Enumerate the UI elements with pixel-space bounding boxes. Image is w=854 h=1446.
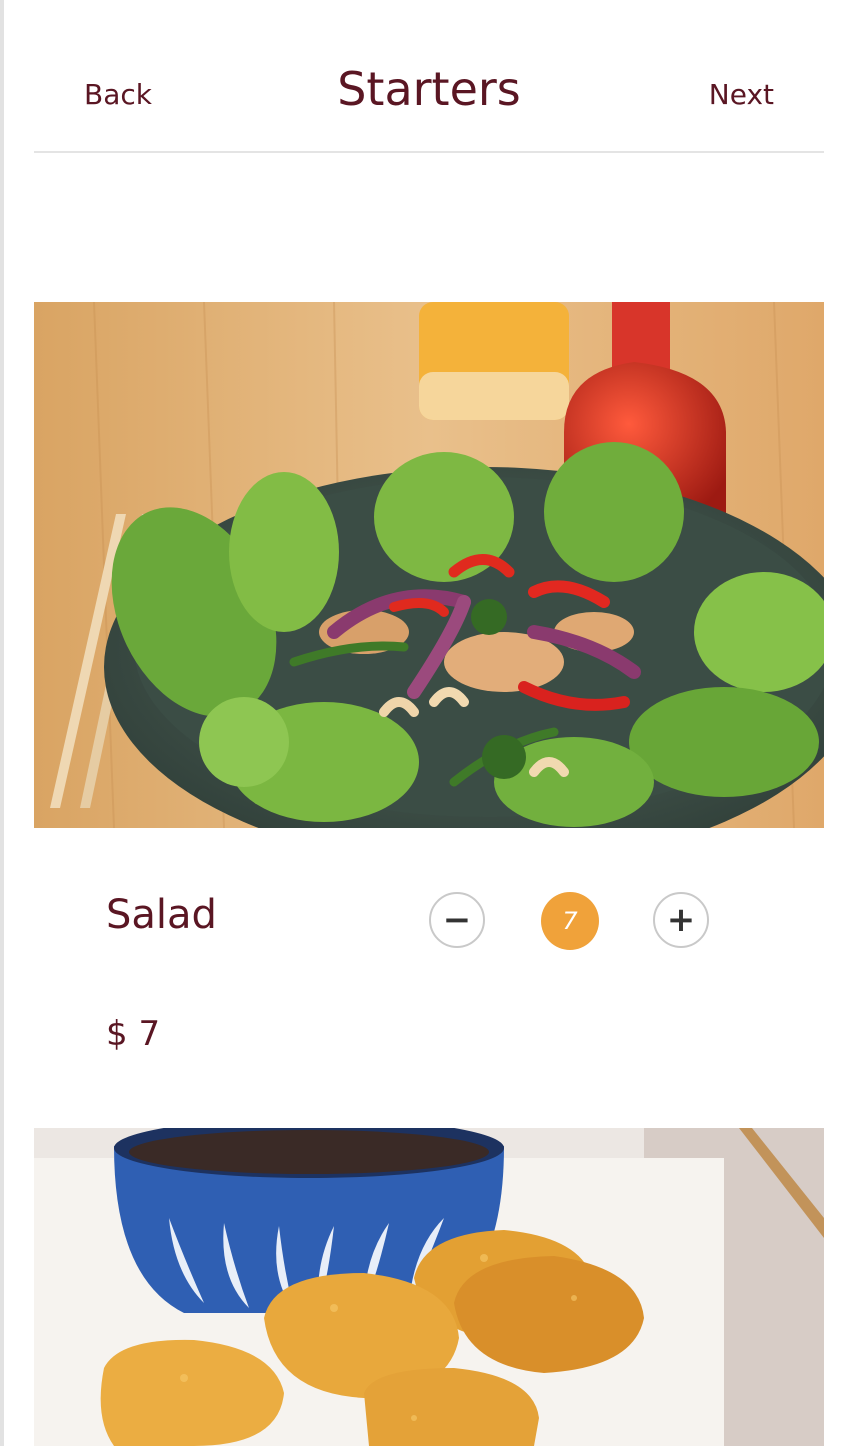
item-name: Salad [106, 892, 217, 938]
quantity-badge: 7 [541, 892, 599, 950]
next-button[interactable]: Next [709, 78, 774, 111]
top-navigation-bar: Back Starters Next [34, 0, 824, 153]
minus-icon: − [442, 900, 472, 940]
decrement-button[interactable]: − [429, 892, 485, 948]
increment-button[interactable]: + [653, 892, 709, 948]
item-price: $ 7 [106, 1014, 161, 1054]
left-edge-rule [0, 0, 4, 1446]
salad-photo [34, 302, 824, 828]
page-title: Starters [337, 62, 521, 116]
quantity-value: 7 [562, 907, 578, 935]
plus-icon: + [666, 900, 696, 940]
next-item-photo [34, 1128, 824, 1446]
